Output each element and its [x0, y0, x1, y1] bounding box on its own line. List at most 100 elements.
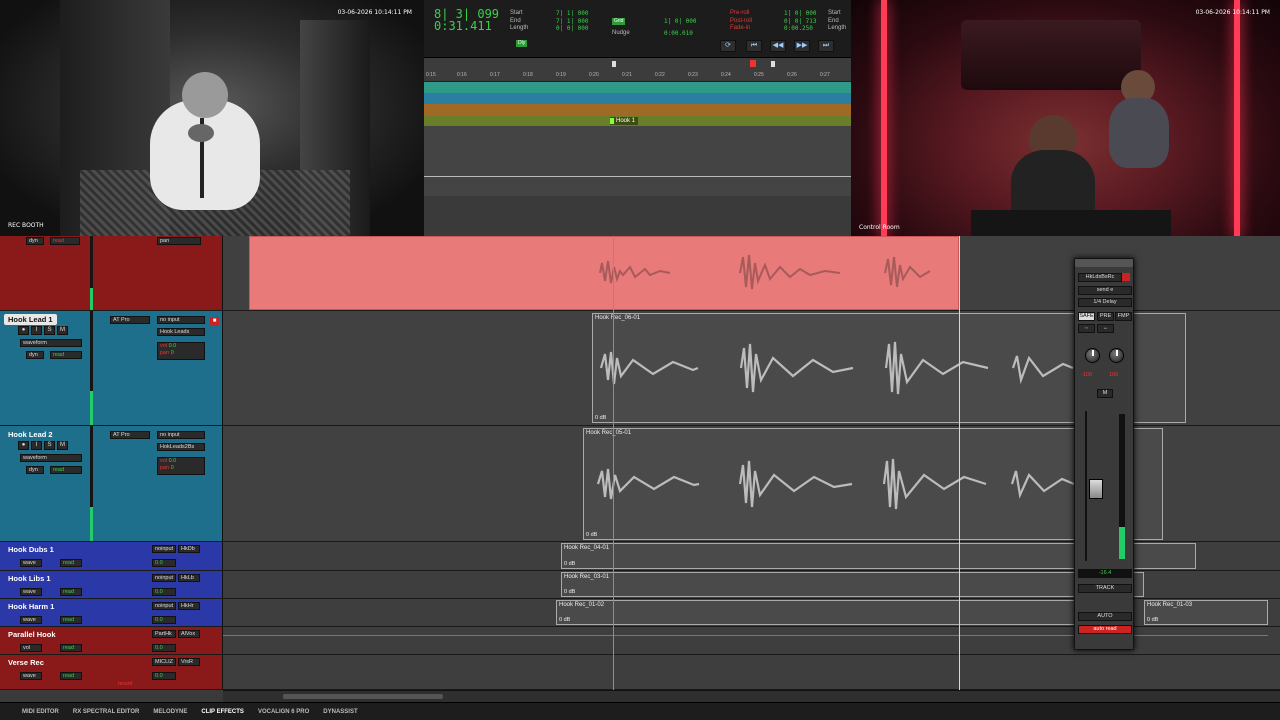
close-icon[interactable] [1122, 273, 1130, 281]
automation-mode[interactable]: read [60, 616, 82, 624]
pan-left-knob[interactable] [1085, 348, 1100, 363]
loop-icon[interactable]: ⟳ [720, 40, 736, 52]
tab-melodyne[interactable]: MELODYNE [153, 709, 187, 715]
view-selector[interactable]: wave [20, 559, 42, 567]
scrollbar-thumb[interactable] [283, 694, 443, 699]
track-name[interactable]: Hook Lead 2 [4, 429, 57, 440]
mute-button[interactable]: M [57, 441, 68, 450]
input-monitor-button[interactable]: I [31, 441, 42, 450]
automation-mode[interactable]: read [50, 351, 82, 359]
automation-mode[interactable]: read [50, 466, 82, 474]
tab-rx-spectral-editor[interactable]: RX SPECTRAL EDITOR [73, 709, 139, 715]
clip-gain[interactable]: 0 dB [564, 561, 575, 567]
rewind-icon[interactable]: ◀◀ [770, 40, 786, 52]
track-header[interactable]: Hook Dubs 1 wave read noinput HkDb 0.0 [0, 542, 223, 570]
tab-dynassist[interactable]: DYNASSIST [323, 709, 357, 715]
solo-button[interactable]: S [44, 441, 55, 450]
input-selector[interactable]: PartHk [152, 630, 176, 638]
input-monitor-button[interactable]: I [31, 326, 42, 335]
view-selector[interactable]: vol [20, 644, 42, 652]
dyn-button[interactable]: dyn [26, 237, 44, 245]
track-header[interactable]: Hook Harm 1 wave read noinput HkHr 0.0 [0, 599, 223, 626]
track-name[interactable]: Hook Libs 1 [4, 573, 55, 584]
record-punch-marker[interactable] [750, 60, 756, 67]
window-titlebar[interactable] [1075, 259, 1133, 267]
key-lane[interactable] [424, 104, 851, 116]
dyn-button[interactable]: dyn [26, 351, 44, 359]
playhead-line[interactable] [613, 236, 614, 690]
track-name[interactable]: Hook Dubs 1 [4, 544, 58, 555]
track-header[interactable]: Hook Libs 1 wave read noinput HkLb 0.0 [0, 571, 223, 598]
selection-start-marker[interactable] [612, 61, 616, 67]
tab-midi-editor[interactable]: MIDI EDITOR [22, 709, 59, 715]
view-selector[interactable]: wave [20, 672, 42, 680]
read-mode[interactable]: read [50, 237, 80, 245]
track-header[interactable]: dyn read pan [0, 236, 223, 310]
volume-field[interactable]: 0.0 [152, 644, 176, 652]
track-name[interactable]: Hook Lead 1 [4, 314, 57, 325]
view-selector[interactable]: waveform [20, 339, 82, 347]
volume-field[interactable]: 0.0 [152, 588, 176, 596]
solo-button[interactable]: S [44, 326, 55, 335]
return-to-zero-icon[interactable]: ⏮ [746, 40, 762, 52]
dly-toggle[interactable]: Dly [516, 40, 528, 47]
track-button[interactable]: TRACK [1078, 584, 1132, 593]
input-selector[interactable]: noinput [152, 545, 176, 553]
grid-value[interactable]: 1| 0| 000 [664, 18, 697, 26]
track-name[interactable]: Parallel Hook [4, 629, 60, 640]
audio-clip[interactable]: Hook Rec_01-03 0 dB [1144, 600, 1268, 625]
fmp-button[interactable]: FMP [1115, 312, 1132, 321]
output-selector[interactable]: HkDb [178, 545, 200, 553]
view-selector[interactable]: wave [20, 588, 42, 596]
record-enable-icon[interactable]: ● [18, 441, 29, 450]
go-to-end-icon[interactable]: ⏭ [818, 40, 834, 52]
track-header[interactable]: Parallel Hook vol read PartHk AlVox 0.0 [0, 627, 223, 654]
input-selector[interactable]: noinput [152, 574, 176, 582]
send-selector[interactable]: send e [1078, 286, 1132, 295]
pan-right-value[interactable]: 100 [1109, 372, 1118, 378]
automation-mode[interactable]: read [60, 559, 82, 567]
fader-cap[interactable] [1089, 479, 1103, 499]
input-selector[interactable]: no input [157, 431, 205, 439]
record-enable-icon[interactable]: ● [18, 326, 29, 335]
pre-button[interactable]: PRE [1097, 312, 1114, 321]
auto-button[interactable]: AUTO [1078, 612, 1132, 621]
track-header[interactable]: Verse Rec wave read MICLIZ VrsR 0.0 reco… [0, 655, 223, 689]
volume-field[interactable]: 0.0 [152, 672, 176, 680]
insert-slot[interactable]: AT Pro [110, 316, 150, 324]
output-selector[interactable]: HkHr [178, 602, 200, 610]
output-selector[interactable]: VrsR [178, 658, 200, 666]
safe-button[interactable]: SAFE [1078, 312, 1095, 321]
automation-mode[interactable]: read [60, 588, 82, 596]
mute-button[interactable]: M [57, 326, 68, 335]
recording-clip[interactable] [249, 236, 959, 310]
link-icon[interactable]: ⇔ [1078, 324, 1095, 333]
track-name[interactable]: Verse Rec [4, 657, 48, 668]
insert-slot[interactable]: AT Pro [110, 431, 150, 439]
track-header[interactable]: Hook Lead 1 ● I S M waveform dyn read AT… [0, 311, 223, 425]
inverse-icon[interactable]: ↔ [1097, 324, 1114, 333]
view-selector[interactable]: wave [20, 616, 42, 624]
audio-clip[interactable]: Hook Rec_01-02 0 dB [556, 600, 1076, 625]
tab-vocalign-6-pro[interactable]: VOCALIGN 6 PRO [258, 709, 309, 715]
clip-gain[interactable]: 0 dB [1147, 617, 1158, 623]
input-selector[interactable]: noinput [152, 602, 176, 610]
output-selector[interactable]: Hook Leads [157, 328, 205, 336]
mute-button[interactable]: M [1097, 389, 1113, 398]
tempo-lane[interactable] [424, 82, 851, 93]
clip-gain[interactable]: 0 dB [595, 415, 606, 421]
pan-field[interactable]: pan [157, 237, 201, 245]
send-level-value[interactable]: -16.4 [1078, 569, 1132, 578]
pan-right-knob[interactable] [1109, 348, 1124, 363]
send-destination[interactable]: 1/4 Delay [1078, 298, 1132, 307]
automation-mode-selector[interactable]: auto read [1078, 625, 1132, 634]
send-output-window[interactable]: HkLdsBsRc send e 1/4 Delay SAFE PRE FMP … [1074, 258, 1134, 650]
timeline-ruler[interactable]: 0:15 0:16 0:17 0:18 0:19 0:20 0:21 0:22 … [424, 58, 851, 82]
track-name[interactable]: Hook Harm 1 [4, 601, 58, 612]
meter-lane[interactable] [424, 93, 851, 104]
fast-forward-icon[interactable]: ▶▶ [794, 40, 810, 52]
view-selector[interactable]: waveform [20, 454, 82, 462]
output-selector[interactable]: HokLeads2Bs [157, 443, 205, 451]
output-selector[interactable]: HkLb [178, 574, 200, 582]
preroll-values[interactable]: 1| 0| 000 0| 0| 713 0:00.250 [784, 10, 817, 33]
